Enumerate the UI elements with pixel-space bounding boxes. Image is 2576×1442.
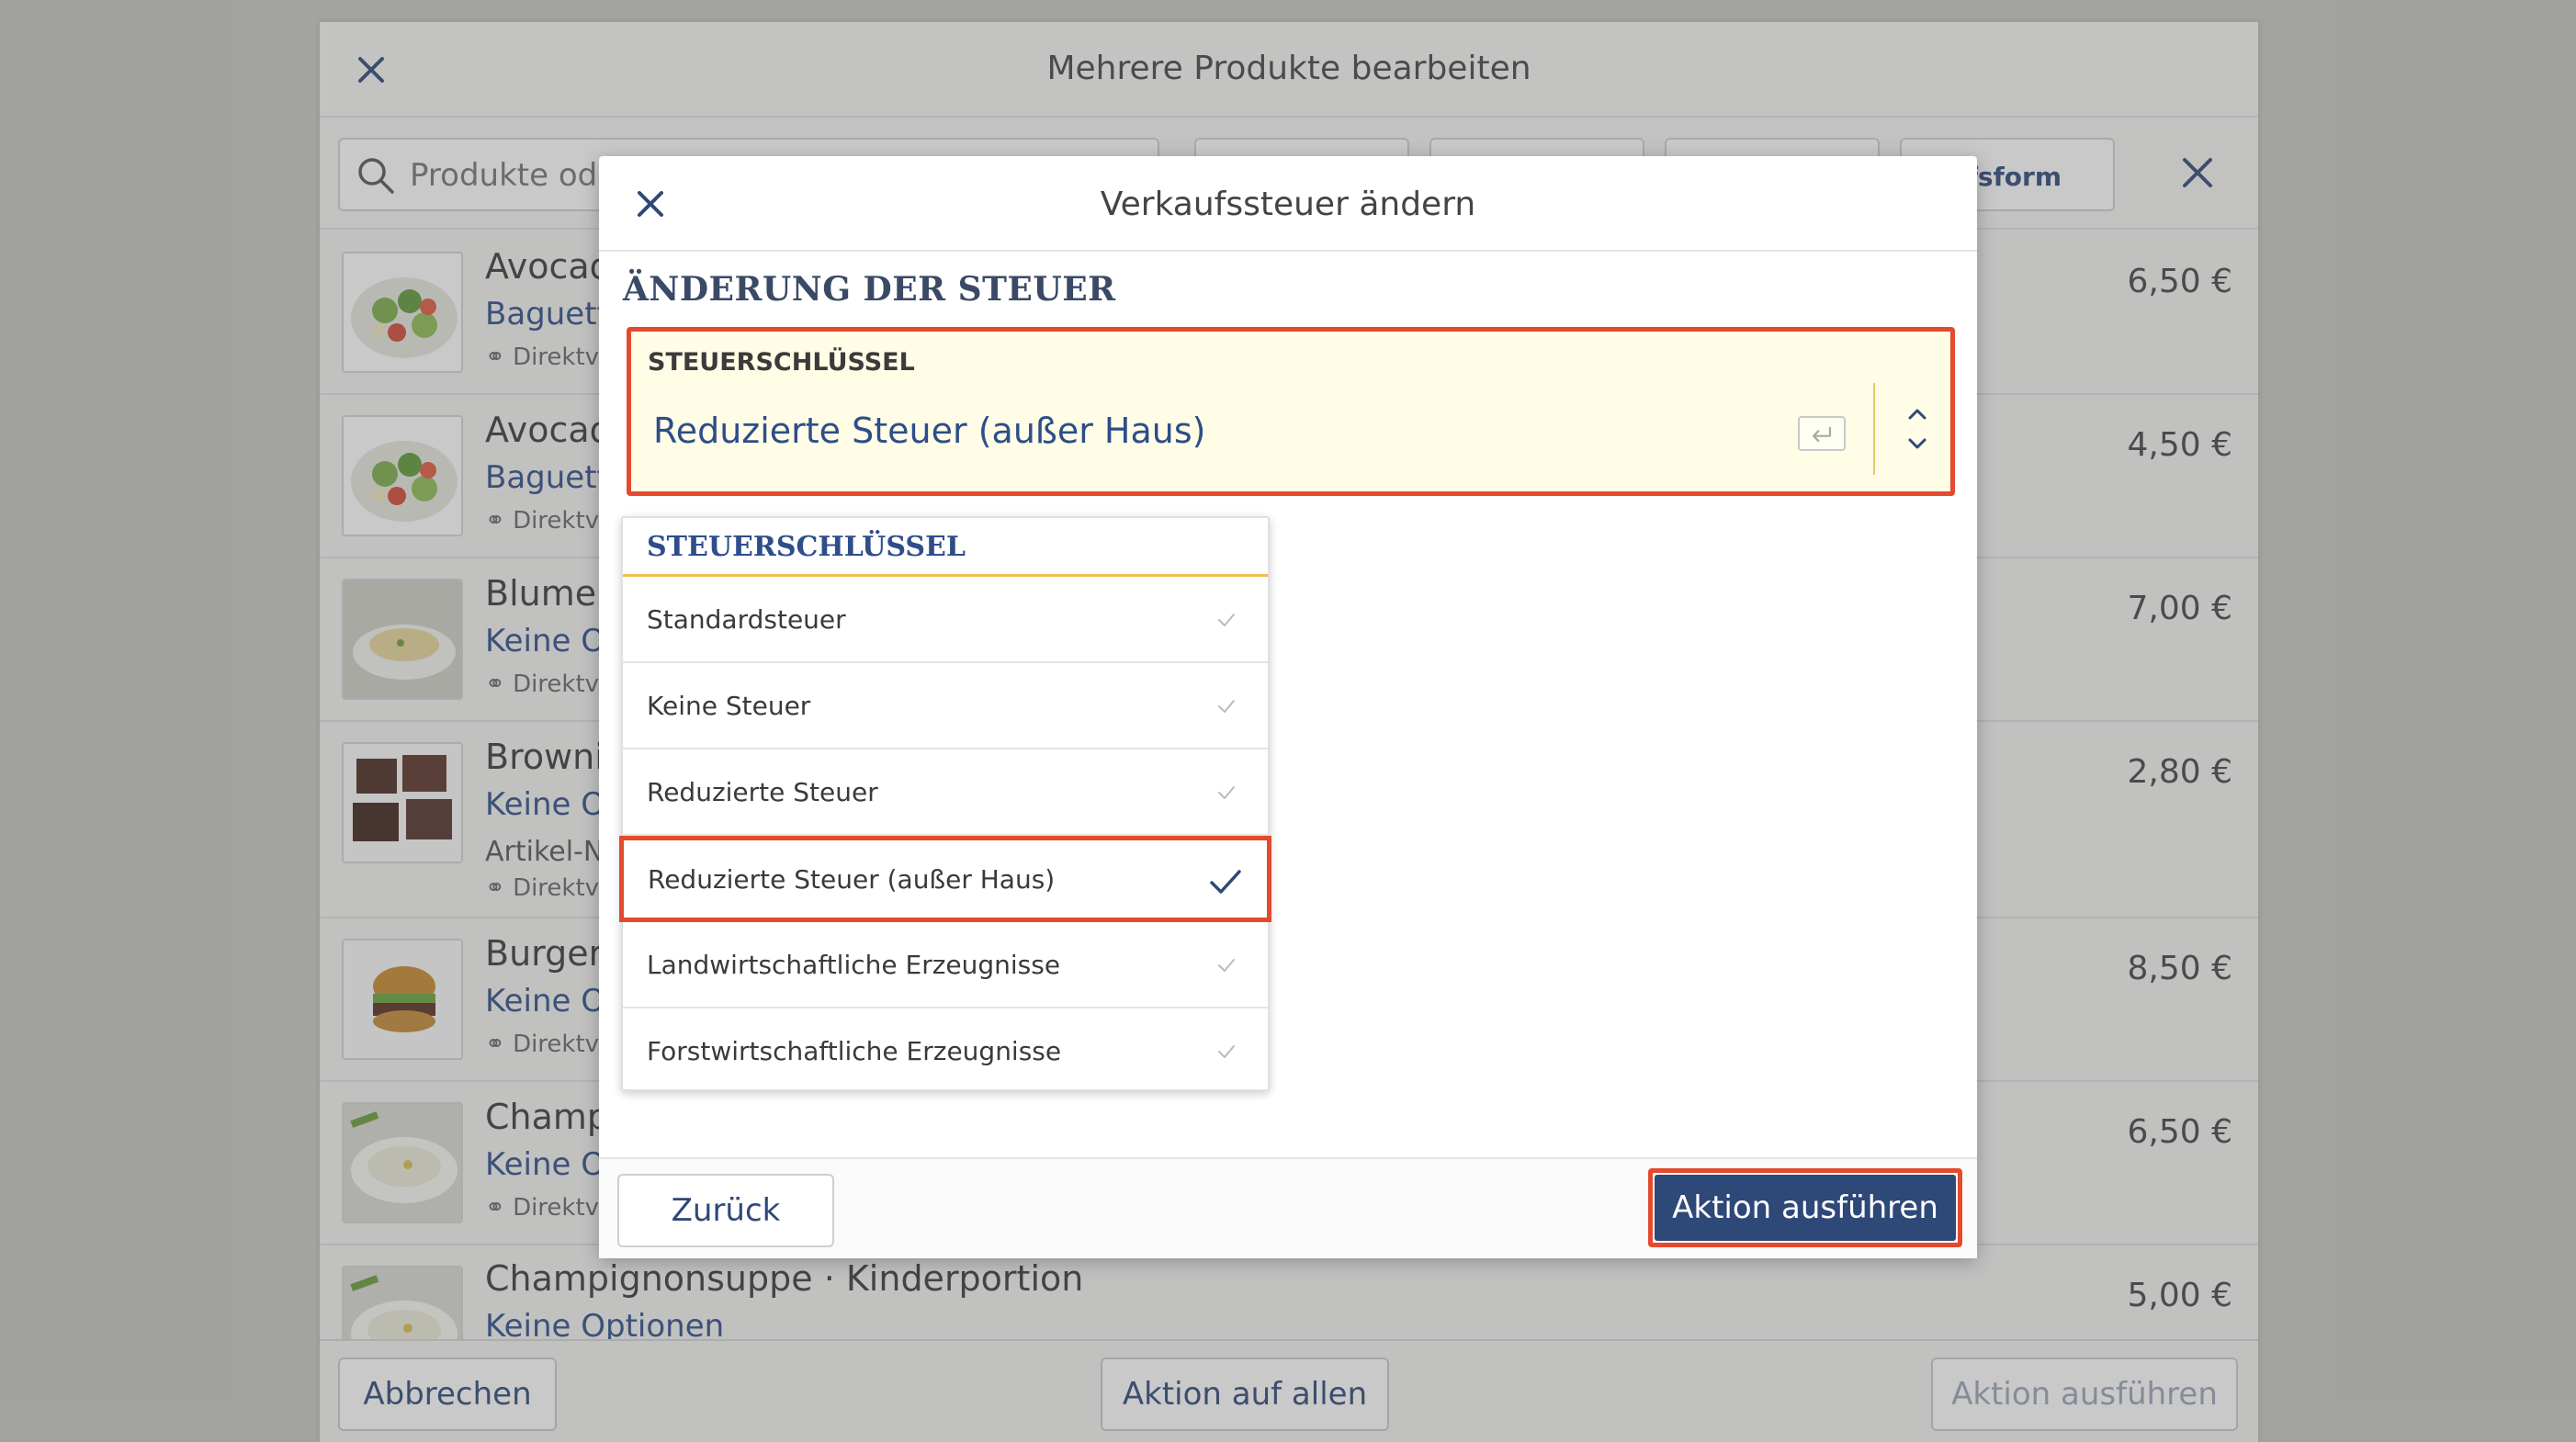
product-thumbnail xyxy=(342,939,463,1060)
sheet-title: Mehrere Produkte bearbeiten xyxy=(1046,50,1531,87)
check-icon xyxy=(1218,1045,1235,1058)
product-price: 6,50 € xyxy=(2127,263,2232,300)
option-label: Reduzierte Steuer xyxy=(647,777,878,807)
sheet-header: Mehrere Produkte bearbeiten xyxy=(320,22,2258,118)
product-thumbnail xyxy=(342,742,463,863)
back-button[interactable]: Zurück xyxy=(617,1174,834,1247)
action-on-all-button[interactable]: Aktion auf allen xyxy=(1101,1358,1389,1431)
dropdown-option[interactable]: Reduzierte Steuer xyxy=(623,749,1268,836)
dialog-footer: Zurück Aktion ausführen xyxy=(599,1157,1977,1258)
tag-icon: ⚭ xyxy=(485,670,514,698)
check-icon xyxy=(1218,700,1235,713)
product-sales-type: ⚭ Direktve xyxy=(485,874,615,902)
product-name: Burger xyxy=(485,933,604,974)
product-price: 6,50 € xyxy=(2127,1113,2232,1151)
product-sales-type: ⚭ Direktve xyxy=(485,1031,615,1058)
tag-icon: ⚭ xyxy=(485,1194,514,1222)
tax-key-select[interactable]: STEUERSCHLÜSSEL Reduzierte Steuer (außer… xyxy=(627,327,1955,496)
tax-key-dropdown: STEUERSCHLÜSSEL Standardsteuer Keine Ste… xyxy=(619,516,1271,1091)
close-icon[interactable] xyxy=(2174,149,2221,197)
product-sales-type: ⚭ Direktve xyxy=(485,507,615,535)
field-value: Reduzierte Steuer (außer Haus) xyxy=(653,411,1206,451)
field-label: STEUERSCHLÜSSEL xyxy=(648,348,915,377)
product-name: Champignonsuppe · Kinderportion xyxy=(485,1258,1084,1299)
tag-icon: ⚭ xyxy=(485,874,514,902)
dropdown-option[interactable]: Landwirtschaftliche Erzeugnisse xyxy=(623,922,1268,1008)
option-label: Reduzierte Steuer (außer Haus) xyxy=(648,864,1056,895)
cancel-button[interactable]: Abbrechen xyxy=(338,1358,557,1431)
product-thumbnail xyxy=(342,1102,463,1223)
field-divider xyxy=(1873,383,1875,475)
product-name: Browni xyxy=(485,737,604,777)
dropdown-option[interactable]: Forstwirtschaftliche Erzeugnisse xyxy=(623,1008,1268,1095)
product-sales-type: ⚭ Direktve xyxy=(485,670,615,698)
product-article-number: Artikel-N xyxy=(485,836,604,868)
sheet-footer: Abbrechen Aktion auf allen Aktion ausfüh… xyxy=(320,1339,2258,1442)
enter-key-icon xyxy=(1798,416,1846,451)
execute-action-button-frame: Aktion ausführen xyxy=(1648,1168,1962,1247)
option-label: Forstwirtschaftliche Erzeugnisse xyxy=(647,1036,1062,1066)
check-icon xyxy=(1218,786,1235,799)
dropdown-option-selected[interactable]: Reduzierte Steuer (außer Haus) xyxy=(619,836,1271,922)
dialog-title: Verkaufssteuer ändern xyxy=(1100,186,1476,223)
tag-icon: ⚭ xyxy=(485,344,514,371)
check-icon xyxy=(1218,614,1235,626)
option-label: Keine Steuer xyxy=(647,691,811,721)
change-sales-tax-dialog: Verkaufssteuer ändern ÄNDERUNG DER STEUE… xyxy=(599,156,1977,1258)
product-thumbnail xyxy=(342,252,463,373)
execute-action-button[interactable]: Aktion ausführen xyxy=(1655,1175,1956,1241)
dropdown-option[interactable]: Standardsteuer xyxy=(623,577,1268,663)
product-name: Avocad xyxy=(485,410,612,450)
chevron-updown-icon[interactable] xyxy=(1901,401,1934,456)
product-sales-type: ⚭ Direktve xyxy=(485,344,615,371)
product-price: 8,50 € xyxy=(2127,950,2232,987)
product-name: Avocad xyxy=(485,246,612,287)
product-price: 2,80 € xyxy=(2127,753,2232,791)
product-thumbnail xyxy=(342,579,463,700)
product-sales-type: ⚭ Direktve xyxy=(485,1194,615,1222)
product-price: 4,50 € xyxy=(2127,426,2232,464)
check-icon xyxy=(1218,959,1235,972)
product-price: 7,00 € xyxy=(2127,590,2232,627)
tag-icon: ⚭ xyxy=(485,507,514,535)
option-label: Standardsteuer xyxy=(647,604,846,635)
tag-icon: ⚭ xyxy=(485,1031,514,1058)
section-title: ÄNDERUNG DER STEUER xyxy=(623,270,1116,309)
execute-action-button-disabled[interactable]: Aktion ausführen xyxy=(1931,1358,2238,1431)
search-icon xyxy=(358,158,394,194)
product-price: 5,00 € xyxy=(2127,1277,2232,1314)
check-icon xyxy=(1210,870,1241,894)
dropdown-header: STEUERSCHLÜSSEL xyxy=(623,518,1268,577)
dialog-header: Verkaufssteuer ändern xyxy=(599,156,1977,252)
dropdown-option[interactable]: Keine Steuer xyxy=(623,663,1268,749)
product-thumbnail xyxy=(342,415,463,536)
option-label: Landwirtschaftliche Erzeugnisse xyxy=(647,950,1061,980)
